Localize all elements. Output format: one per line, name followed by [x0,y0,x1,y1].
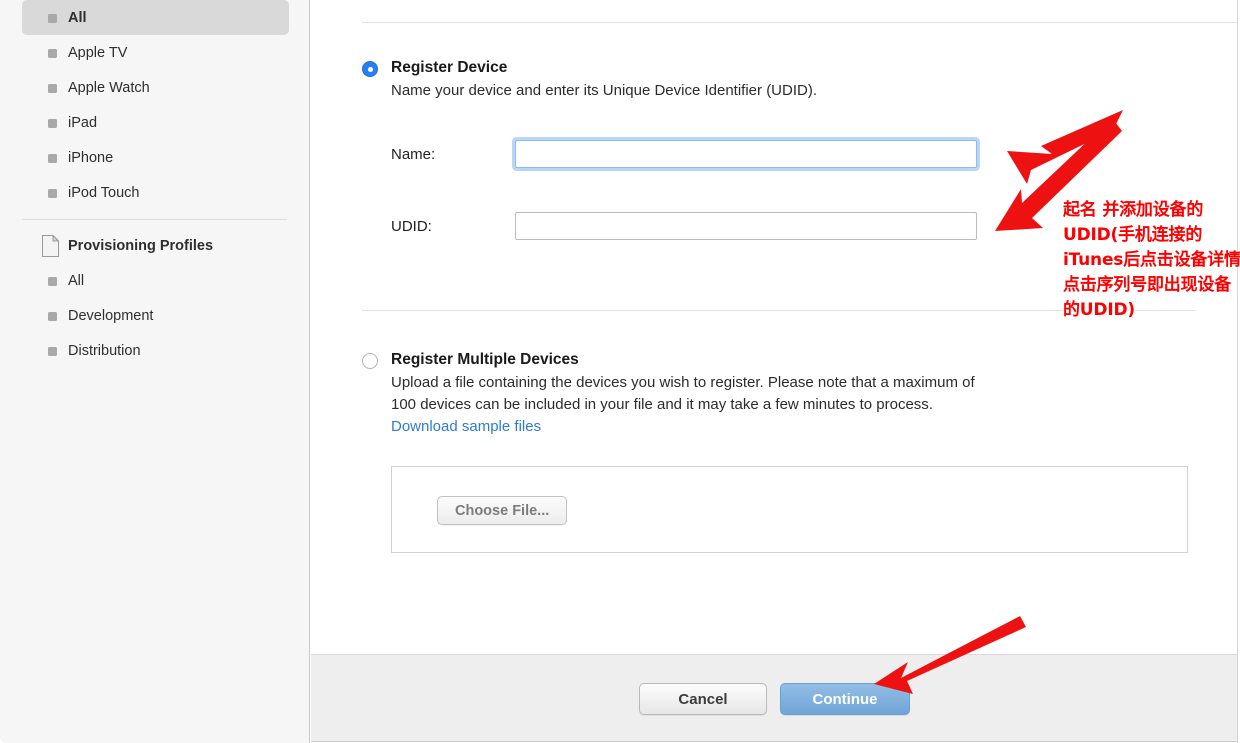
continue-button[interactable]: Continue [780,683,910,715]
sidebar-item-iphone[interactable]: iPhone [22,140,289,175]
name-label: Name: [391,145,436,163]
name-field-row: Name: [362,140,977,168]
sidebar-item-apple-tv[interactable]: Apple TV [22,35,289,70]
download-sample-files-link[interactable]: Download sample files [391,416,975,438]
dialog-footer: Cancel Continue [311,654,1238,742]
cancel-button[interactable]: Cancel [639,683,767,715]
sidebar-item-all-devices[interactable]: All [22,0,289,35]
sidebar-section-provisioning-profiles: Provisioning Profiles [22,229,289,263]
register-device-radio[interactable] [362,61,378,77]
sidebar-item-label: All [68,9,87,26]
bullet-icon [48,13,57,23]
register-multiple-title: Register Multiple Devices [391,351,579,368]
bullet-icon [48,83,57,93]
sidebar-item-label: iPhone [68,149,114,166]
sidebar-section-label: Provisioning Profiles [68,238,214,254]
register-device-section: Register Device Name your device and ent… [362,58,817,102]
sidebar-item-profiles-distribution[interactable]: Distribution [22,333,289,368]
register-multiple-section: Register Multiple Devices Upload a file … [362,350,975,438]
register-multiple-description-line2: 100 devices can be included in your file… [391,396,933,413]
sidebar-item-label: iPad [68,114,98,131]
document-icon [42,234,60,257]
sidebar-item-label: Distribution [68,342,141,359]
sidebar-divider [22,219,287,220]
section-divider [362,310,1195,311]
sidebar-item-profiles-development[interactable]: Development [22,298,289,333]
register-multiple-radio[interactable] [362,353,378,369]
bullet-icon [48,188,57,198]
main-content: Register Device Name your device and ent… [311,0,1238,743]
udid-input[interactable] [515,212,977,240]
bullet-icon [48,153,57,163]
sidebar-item-label: Apple TV [68,44,128,61]
name-input[interactable] [515,140,977,168]
udid-field-row: UDID: [362,212,977,240]
sidebar-item-label: iPod Touch [68,184,140,201]
sidebar-item-ipad[interactable]: iPad [22,105,289,140]
bullet-icon [48,311,57,321]
sidebar-item-label: Apple Watch [68,79,150,96]
bullet-icon [48,346,57,356]
sidebar-item-label: All [68,272,85,289]
bullet-icon [48,118,57,128]
bullet-icon [48,276,57,286]
register-multiple-description-line1: Upload a file containing the devices you… [391,374,975,391]
choose-file-button[interactable]: Choose File... [437,496,568,525]
registration-page: All Apple TV Apple Watch iPad iPhone iPo… [0,0,1240,743]
register-device-title: Register Device [391,59,508,76]
sidebar: All Apple TV Apple Watch iPad iPhone iPo… [0,0,310,743]
udid-label: UDID: [391,217,432,235]
sidebar-item-label: Development [68,307,154,324]
bullet-icon [48,48,57,58]
sidebar-item-apple-watch[interactable]: Apple Watch [22,70,289,105]
register-device-description: Name your device and enter its Unique De… [391,82,818,99]
sidebar-item-ipod-touch[interactable]: iPod Touch [22,175,289,210]
file-upload-box: Choose File... [391,466,1188,553]
top-divider [362,22,1237,23]
sidebar-item-profiles-all[interactable]: All [22,263,289,298]
